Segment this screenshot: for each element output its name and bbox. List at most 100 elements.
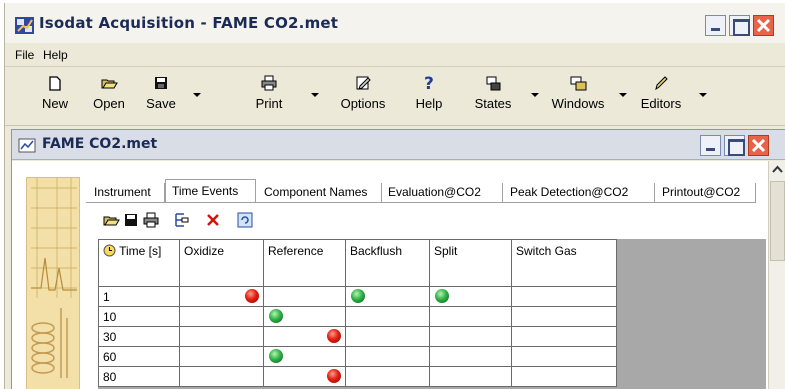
cell-reference[interactable] — [263, 306, 346, 327]
cell-time[interactable]: 10 — [98, 306, 180, 327]
states-dropdown-icon[interactable] — [531, 93, 539, 97]
cell-reference[interactable] — [263, 346, 346, 367]
valve-off-indicator[interactable] — [327, 329, 341, 343]
pencil-icon — [655, 76, 668, 91]
windows-button[interactable]: Windows — [545, 74, 611, 118]
save-dropdown-icon[interactable] — [193, 93, 201, 97]
document-title-bar[interactable]: FAME CO2.met — [12, 130, 785, 160]
save-icon[interactable] — [122, 211, 140, 229]
window-title: Isodat Acquisition - FAME CO2.met — [39, 14, 339, 32]
header-backflush[interactable]: Backflush — [345, 239, 430, 287]
menu-file[interactable]: File — [15, 48, 34, 62]
scroll-up-icon[interactable] — [770, 162, 785, 177]
cell-split[interactable] — [429, 306, 512, 327]
doc-maximize-button[interactable] — [724, 135, 745, 156]
svg-text:?: ? — [424, 74, 434, 92]
cell-oxidize[interactable] — [179, 306, 264, 327]
valve-on-indicator[interactable] — [269, 309, 283, 323]
cell-split[interactable] — [429, 326, 512, 347]
valve-on-indicator[interactable] — [435, 289, 449, 303]
table-row[interactable]: 80 — [98, 366, 617, 387]
header-reference[interactable]: Reference — [263, 239, 346, 287]
minimize-button[interactable] — [705, 15, 726, 36]
header-split[interactable]: Split — [429, 239, 512, 287]
cell-time[interactable]: 1 — [98, 286, 180, 307]
doc-minimize-button[interactable] — [700, 135, 721, 156]
cell-split[interactable] — [429, 366, 512, 387]
cell-split[interactable] — [429, 346, 512, 367]
cell-switch-gas[interactable] — [511, 306, 617, 327]
cell-oxidize[interactable] — [179, 346, 264, 367]
header-oxidize[interactable]: Oxidize — [179, 239, 264, 287]
cell-switch-gas[interactable] — [511, 326, 617, 347]
time-events-grid: Time [s] Oxidize Reference Backflush Spl… — [98, 239, 766, 389]
help-button[interactable]: ? Help — [409, 74, 449, 118]
cell-switch-gas[interactable] — [511, 346, 617, 367]
print-icon[interactable] — [142, 211, 160, 229]
tab-printout[interactable]: Printout@CO2 — [656, 183, 756, 203]
print-dropdown-icon[interactable] — [311, 93, 319, 97]
cell-reference[interactable] — [263, 366, 346, 387]
cell-time[interactable]: 30 — [98, 326, 180, 347]
open-icon[interactable] — [102, 211, 120, 229]
table-row[interactable]: 30 — [98, 326, 617, 347]
valve-on-indicator[interactable] — [269, 349, 283, 363]
cell-switch-gas[interactable] — [511, 286, 617, 307]
tab-component-names[interactable]: Component Names — [258, 183, 382, 203]
table-row[interactable]: 1 — [98, 286, 617, 307]
insert-row-icon[interactable] — [172, 211, 190, 229]
editors-button[interactable]: Editors — [637, 74, 685, 118]
scrollbar-thumb[interactable] — [770, 181, 785, 261]
windows-dropdown-icon[interactable] — [619, 93, 627, 97]
close-button[interactable] — [753, 15, 774, 36]
cell-reference[interactable] — [263, 286, 346, 307]
save-label: Save — [146, 96, 176, 111]
cell-reference[interactable] — [263, 326, 346, 347]
cell-time[interactable]: 80 — [98, 366, 180, 387]
valve-on-indicator[interactable] — [351, 289, 365, 303]
tab-instrument[interactable]: Instrument — [88, 183, 165, 203]
table-row[interactable]: 60 — [98, 346, 617, 367]
open-button[interactable]: Open — [89, 74, 129, 118]
save-button[interactable]: Save — [141, 74, 181, 118]
cell-backflush[interactable] — [345, 326, 430, 347]
cell-oxidize[interactable] — [179, 286, 264, 307]
title-bar[interactable]: Isodat Acquisition - FAME CO2.met — [5, 3, 785, 43]
maximize-button[interactable] — [729, 15, 750, 36]
states-button[interactable]: States — [469, 74, 517, 118]
valve-off-indicator[interactable] — [327, 369, 341, 383]
vertical-scrollbar[interactable] — [768, 161, 785, 389]
question-mark-icon: ? — [424, 74, 434, 92]
cell-oxidize[interactable] — [179, 326, 264, 347]
menu-help[interactable]: Help — [43, 48, 68, 62]
options-edit-icon — [356, 76, 371, 90]
print-button[interactable]: Print — [249, 74, 289, 118]
cell-time[interactable]: 60 — [98, 346, 180, 367]
doc-close-button[interactable] — [748, 135, 769, 156]
header-time[interactable]: Time [s] — [98, 239, 180, 287]
new-button[interactable]: New — [35, 74, 75, 118]
states-label: States — [474, 96, 512, 111]
cell-backflush[interactable] — [345, 366, 430, 387]
refresh-icon[interactable] — [236, 211, 254, 229]
valve-off-indicator[interactable] — [245, 289, 259, 303]
help-label: Help — [415, 96, 443, 111]
cell-switch-gas[interactable] — [511, 366, 617, 387]
delete-icon[interactable] — [204, 211, 222, 229]
table-row[interactable]: 10 — [98, 306, 617, 327]
options-button[interactable]: Options — [335, 74, 391, 118]
cell-backflush[interactable] — [345, 346, 430, 367]
editors-dropdown-icon[interactable] — [699, 93, 707, 97]
cell-oxidize[interactable] — [179, 366, 264, 387]
open-folder-icon — [101, 79, 118, 89]
cell-split[interactable] — [429, 286, 512, 307]
header-time-label: Time [s] — [119, 244, 162, 258]
tab-peak-detection[interactable]: Peak Detection@CO2 — [504, 183, 655, 203]
tab-divider — [86, 202, 756, 203]
cell-backflush[interactable] — [345, 306, 430, 327]
tab-time-events[interactable]: Time Events — [165, 179, 256, 203]
cell-backflush[interactable] — [345, 286, 430, 307]
header-switch-gas[interactable]: Switch Gas — [511, 239, 617, 287]
printer-icon — [261, 75, 277, 91]
tab-evaluation[interactable]: Evaluation@CO2 — [382, 183, 503, 203]
